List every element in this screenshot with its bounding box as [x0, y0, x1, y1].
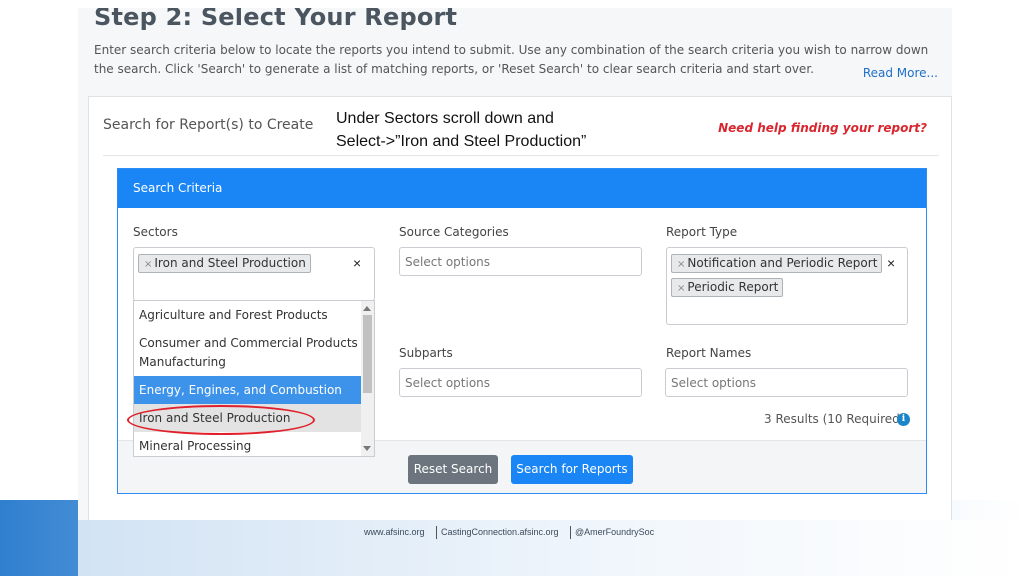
help-link[interactable]: Need help finding your report? — [718, 121, 927, 135]
report-names-select[interactable]: Select options — [665, 368, 908, 397]
report-names-label: Report Names — [666, 346, 752, 360]
chip-remove-icon[interactable]: × — [677, 283, 685, 294]
scroll-thumb[interactable] — [363, 315, 372, 393]
search-criteria-header: Search Criteria — [118, 169, 926, 208]
subparts-placeholder: Select options — [405, 376, 491, 390]
reset-search-button[interactable]: Reset Search — [408, 455, 498, 484]
chip-remove-icon[interactable]: × — [144, 259, 152, 270]
sector-chip-label: Iron and Steel Production — [154, 256, 306, 270]
footer-casting: CastingConnection.afsinc.org — [441, 527, 559, 537]
instruction-line-2: Select->”Iron and Steel Production” — [336, 133, 587, 150]
source-categories-label: Source Categories — [399, 225, 509, 239]
subparts-select[interactable]: Select options — [399, 368, 642, 397]
report-type-chip[interactable]: × Notification and Periodic Report — [671, 254, 883, 273]
report-type-label: Report Type — [666, 225, 738, 239]
sectors-label: Sectors — [133, 225, 178, 239]
sector-option[interactable]: Agriculture and Forest Products — [134, 306, 362, 325]
report-type-chip-label: Periodic Report — [687, 280, 779, 294]
report-names-placeholder: Select options — [671, 376, 757, 390]
source-categories-placeholder: Select options — [405, 255, 491, 269]
sectors-select[interactable]: × Iron and Steel Production × — [133, 247, 375, 301]
instruction-line-1: Under Sectors scroll down and — [336, 110, 554, 127]
source-categories-select[interactable]: Select options — [399, 247, 642, 276]
footer-separator — [436, 526, 437, 539]
scroll-down-icon[interactable] — [363, 446, 371, 451]
subparts-label: Subparts — [399, 346, 453, 360]
scroll-up-icon[interactable] — [363, 306, 371, 311]
clear-sectors-icon[interactable]: × — [353, 255, 361, 271]
card-divider — [103, 155, 939, 156]
report-type-select[interactable]: × Notification and Periodic Report × Perio… — [666, 247, 908, 325]
highlight-oval — [127, 405, 315, 435]
intro-text: Enter search criteria below to locate th… — [94, 43, 929, 76]
dropdown-scrollbar[interactable] — [361, 301, 374, 456]
sector-chip[interactable]: × Iron and Steel Production — [138, 254, 311, 273]
chip-remove-icon[interactable]: × — [677, 259, 685, 270]
clear-report-type-icon[interactable]: × — [887, 255, 895, 271]
report-type-chip-label: Notification and Periodic Report — [687, 256, 878, 270]
sector-option-highlighted[interactable]: Energy, Engines, and Combustion — [134, 376, 362, 404]
search-for-reports-button[interactable]: Search for Reports — [511, 455, 633, 484]
read-more-link[interactable]: Read More... — [863, 66, 938, 80]
footer-site: www.afsinc.org — [364, 527, 425, 537]
sector-option[interactable]: Manufacturing — [134, 353, 362, 372]
info-icon[interactable]: i — [897, 413, 910, 426]
card-title: Search for Report(s) to Create — [103, 117, 314, 133]
instruction-callout: Under Sectors scroll down and Select->”I… — [336, 107, 586, 153]
sector-option[interactable]: Consumer and Commercial Products — [134, 334, 362, 353]
footer-social: @AmerFoundrySoc — [575, 527, 655, 537]
page-title: Step 2: Select Your Report — [94, 8, 458, 31]
sector-option[interactable]: Mineral Processing — [134, 437, 362, 456]
report-type-chip[interactable]: × Periodic Report — [671, 278, 784, 297]
results-count: 3 Results (10 Required) — [764, 412, 905, 426]
footer-separator — [570, 526, 571, 539]
